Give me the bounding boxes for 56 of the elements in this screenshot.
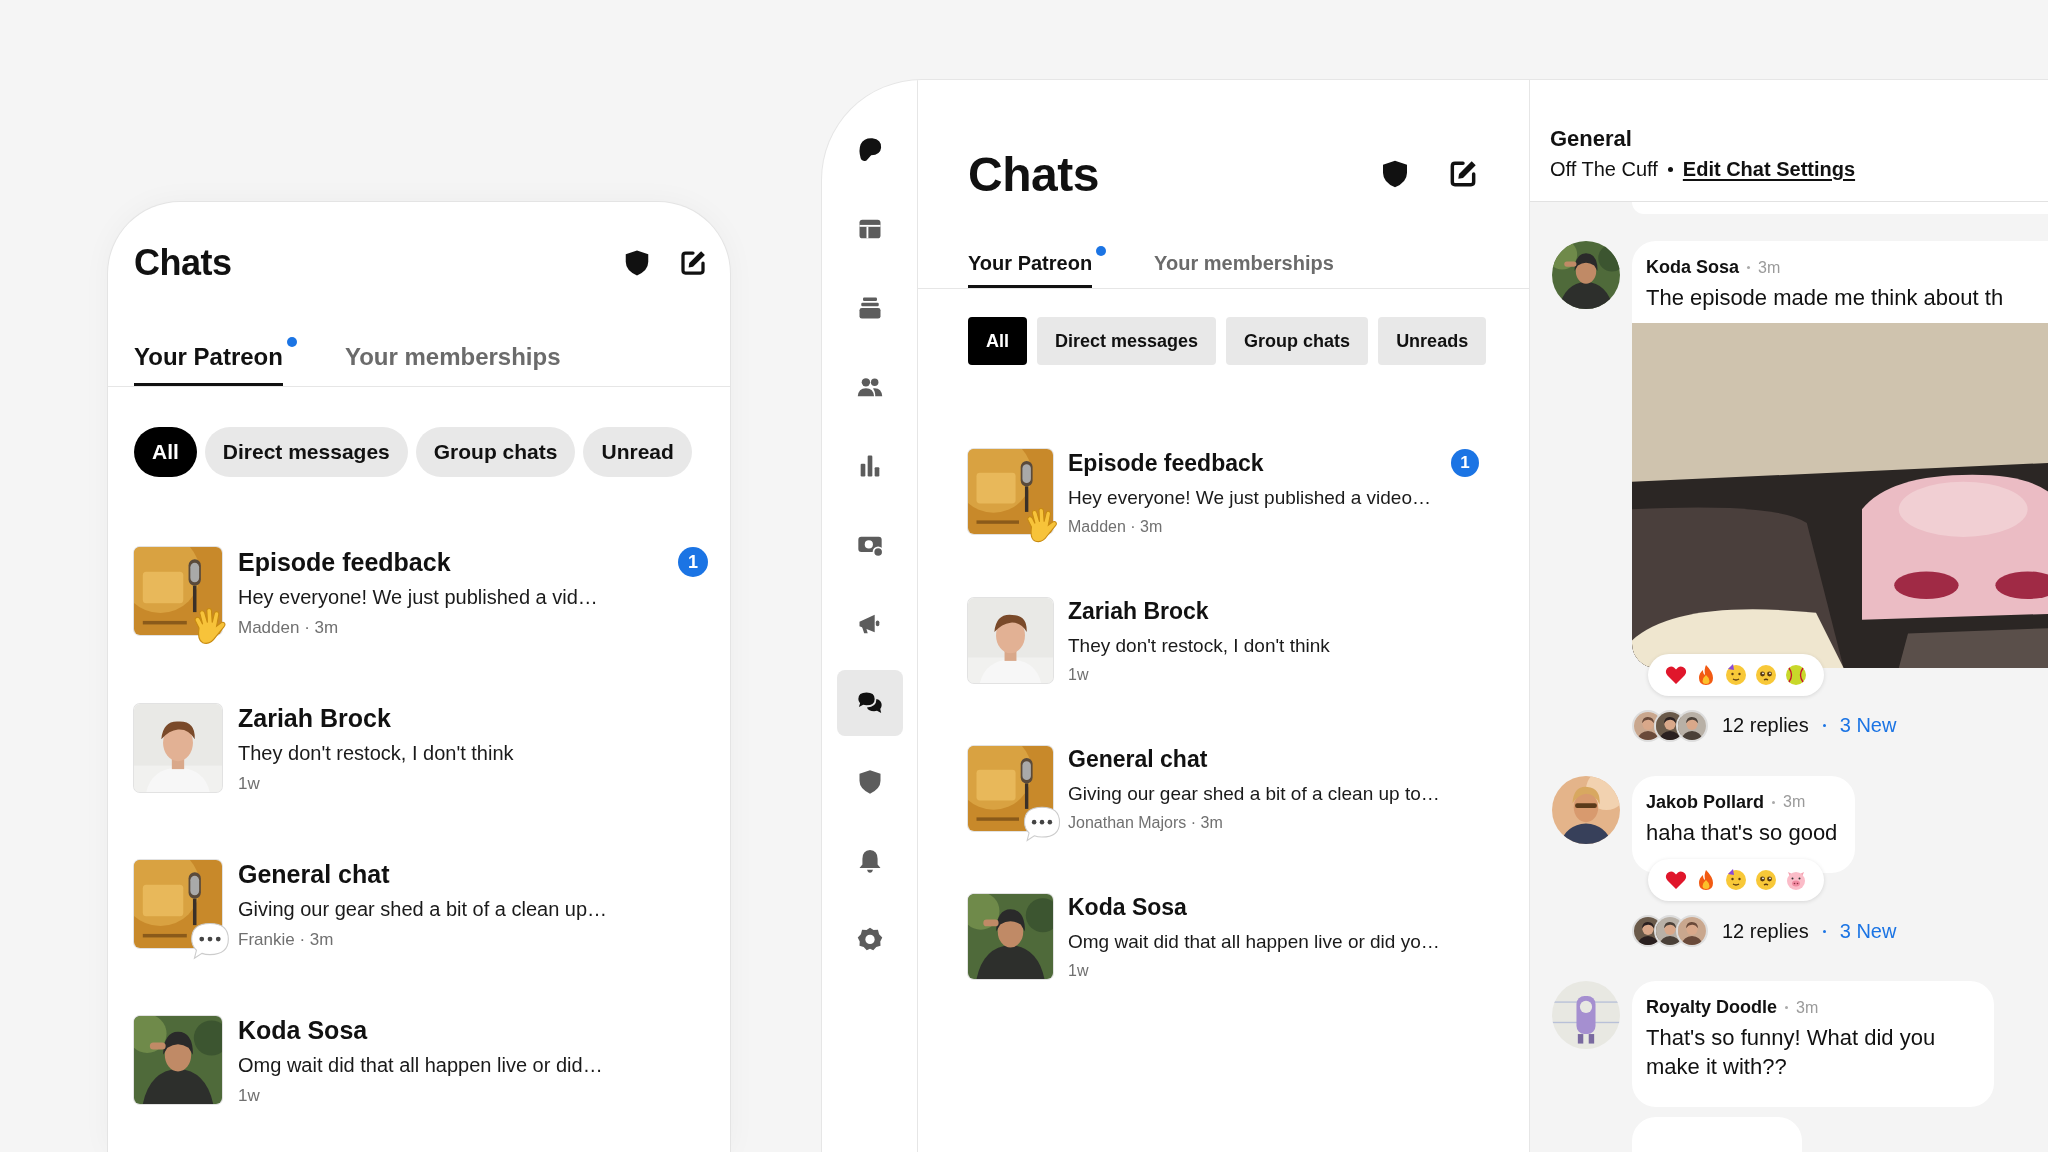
message-preview: Giving our gear shed a bit of a clean up to… (1068, 783, 1441, 805)
tab[interactable]: Your memberships (344, 343, 561, 386)
replies-link[interactable]: 12 replies (1722, 919, 1809, 943)
new-replies-link[interactable]: 3 New (1839, 919, 1897, 943)
tab[interactable]: Your Patreon (134, 343, 283, 386)
page-title: Chats (134, 242, 233, 284)
chat-meta: 1w (238, 774, 261, 794)
replies-link[interactable]: 12 replies (1722, 714, 1809, 738)
chat-meta: 1w (1068, 666, 1090, 684)
tab[interactable]: Your memberships (1154, 252, 1334, 288)
chat-meta: Madden · 3m (238, 618, 340, 638)
chat-meta: 1w (1068, 962, 1090, 980)
chat-title: Koda Sosa (1068, 894, 1187, 921)
chat-title: Episode feedback (238, 547, 451, 577)
filter-chip[interactable]: Unread (583, 427, 692, 477)
message-preview: Giving our gear shed a bit of a clean up… (238, 898, 609, 921)
message-text: That's so funny! What did you make it with?? (1646, 1024, 1937, 1081)
chat-title: General (1550, 126, 1633, 152)
chat-title: General chat (1068, 746, 1208, 773)
filter-chip[interactable]: Direct messages (204, 427, 408, 477)
unread-badge: 1 (678, 547, 708, 577)
filter-chip[interactable]: All (134, 427, 197, 477)
chat-meta: 1w (238, 1086, 261, 1106)
page-title: Chats (968, 146, 1100, 202)
filter-chip[interactable]: Direct messages (1037, 317, 1217, 365)
message-preview: Omg wait did that all happen live or did… (238, 1054, 604, 1077)
message-text: haha that's so good (1646, 818, 1838, 847)
chat-meta: Jonathan Majors · 3m (1068, 814, 1224, 832)
message-preview: Hey everyone! We just published a vid… (238, 586, 599, 609)
message-time: 3m (1783, 793, 1806, 812)
message-time: 3m (1758, 258, 1781, 277)
message-preview: They don't restock, I don't think (1068, 635, 1331, 657)
message-preview: They don't restock, I don't think (238, 742, 515, 765)
author-name: Royalty Doodle (1646, 997, 1778, 1019)
new-replies-link[interactable]: 3 New (1839, 714, 1897, 738)
chat-title: Koda Sosa (238, 1016, 368, 1045)
message-preview: Omg wait did that all happen live or did yo… (1068, 931, 1441, 953)
chat-subtitle: Off The Cuff (1550, 158, 1658, 181)
chat-title: Episode feedback (1068, 449, 1264, 477)
chat-title: General chat (238, 860, 390, 889)
author-name: Jakob Pollard (1646, 791, 1765, 813)
chat-meta: Frankie · 3m (238, 930, 335, 950)
chat-meta: Madden · 3m (1068, 518, 1164, 536)
message-preview: Hey everyone! We just published a video… (1068, 487, 1432, 509)
filter-chip[interactable]: All (968, 317, 1027, 365)
author-name: Koda Sosa (1646, 257, 1740, 278)
unread-badge: 1 (1451, 449, 1479, 477)
chat-title: Zariah Brock (238, 704, 391, 733)
chat-title: Zariah Brock (1068, 598, 1209, 625)
message-text: The episode made me think about th (1646, 284, 2005, 312)
filter-chip[interactable]: Unreads (1378, 317, 1487, 365)
tab[interactable]: Your Patreon (968, 252, 1093, 288)
filter-chip[interactable]: Group chats (415, 427, 576, 477)
message-time: 3m (1796, 998, 1819, 1017)
filter-chip[interactable]: Group chats (1226, 317, 1369, 365)
settings-link[interactable]: Edit Chat Settings (1682, 158, 1856, 181)
